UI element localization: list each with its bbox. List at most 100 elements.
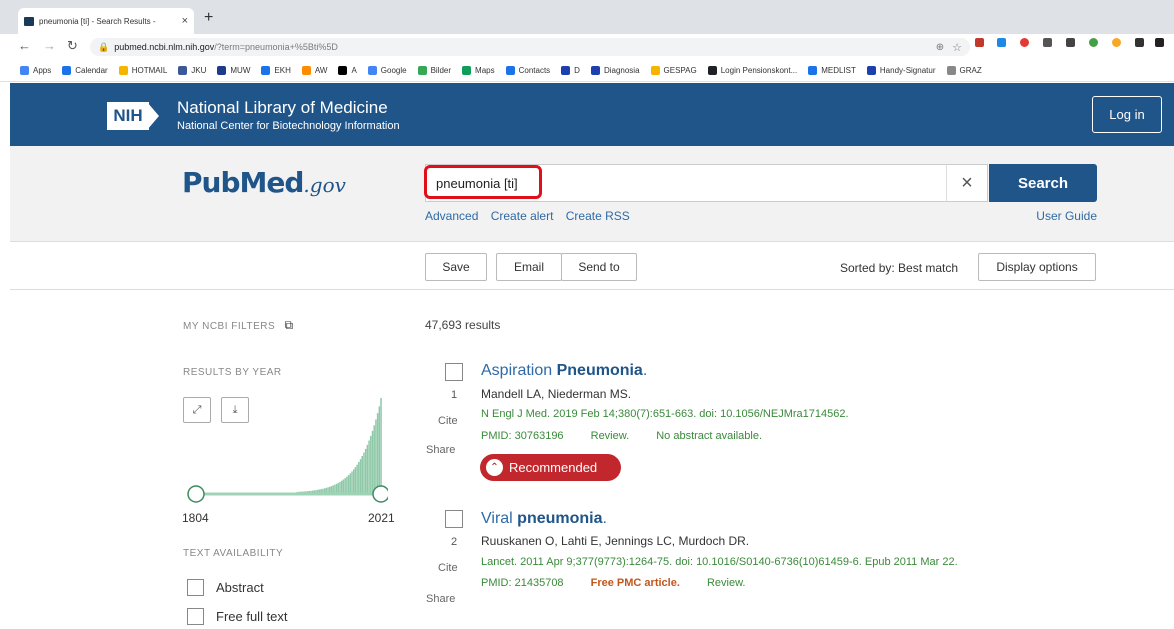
clear-search-button[interactable]: × — [946, 164, 988, 202]
create-alert-link[interactable]: Create alert — [491, 209, 554, 223]
new-tab-button[interactable]: + — [204, 9, 213, 27]
bookmark-item[interactable]: A — [338, 66, 357, 75]
bookmark-item[interactable]: Google — [367, 66, 407, 75]
histogram-bar — [375, 419, 377, 494]
bookmark-item[interactable]: JKU — [178, 66, 206, 75]
cite-button[interactable]: Cite — [438, 415, 458, 427]
advanced-link[interactable]: Advanced — [425, 209, 478, 223]
url-omnibox[interactable]: 🔒 pubmed.ncbi.nlm.nih.gov /?term=pneumon… — [90, 38, 970, 56]
histogram-bar — [337, 482, 340, 494]
reload-icon[interactable]: ↻ — [67, 38, 78, 54]
save-button[interactable]: Save — [425, 253, 487, 281]
year-start-slider-handle[interactable] — [187, 485, 205, 503]
bookmark-icon — [301, 66, 311, 75]
bookmark-item[interactable]: Apps — [20, 66, 51, 75]
tab-close-icon[interactable]: × — [182, 15, 188, 27]
external-link-icon[interactable]: ⧉ — [284, 318, 293, 332]
bookmark-label: Calendar — [75, 66, 108, 75]
extension-icon[interactable] — [1112, 38, 1121, 47]
extension-icon[interactable] — [1155, 38, 1164, 47]
histogram-bar — [340, 480, 343, 494]
send-to-button[interactable]: Send to — [561, 253, 637, 281]
recommended-badge[interactable]: ⌃ Recommended — [480, 454, 621, 481]
text-availability-label: TEXT AVAILABILITY — [183, 548, 284, 559]
search-links: Advanced Create alert Create RSS — [425, 209, 639, 223]
bookmark-item[interactable]: Bilder — [417, 66, 451, 75]
sort-label[interactable]: Sorted by: Best match — [840, 261, 958, 275]
nih-logo[interactable]: NIH — [107, 102, 162, 130]
result-checkbox[interactable] — [445, 510, 463, 528]
zoom-icon[interactable]: ⊕ — [936, 42, 944, 53]
user-guide-link[interactable]: User Guide — [1036, 209, 1097, 223]
bookmark-item[interactable]: Contacts — [505, 66, 550, 75]
result-title-link[interactable]: Viral pneumonia. — [481, 510, 607, 528]
bookmark-item[interactable]: Diagnosia — [590, 66, 640, 75]
histogram-bar — [358, 462, 360, 494]
cite-button[interactable]: Cite — [438, 562, 458, 574]
nlm-title[interactable]: National Library of Medicine — [177, 98, 388, 118]
extension-icon[interactable] — [1089, 38, 1098, 47]
free-full-text-filter-label[interactable]: Free full text — [216, 609, 288, 624]
email-button[interactable]: Email — [496, 253, 562, 281]
bookmark-item[interactable]: D — [561, 66, 580, 75]
bookmark-item[interactable]: MEDLIST — [808, 66, 856, 75]
url-path: /?term=pneumonia+%5Bti%5D — [214, 42, 338, 52]
extension-icon[interactable] — [975, 38, 984, 47]
bookmark-item[interactable]: GESPAG — [650, 66, 697, 75]
results-count: 47,693 results — [425, 318, 501, 332]
browser-tab[interactable]: pneumonia [ti] - Search Results - × — [18, 8, 194, 34]
bookmark-item[interactable]: Login Pensionskont... — [707, 66, 797, 75]
bookmarks-bar: Apps Calendar HOTMAIL JKU MUW EKH AW A Google Bil… — [0, 60, 1174, 82]
histogram-bar — [346, 476, 348, 494]
bookmark-label: GESPAG — [663, 66, 697, 75]
results-by-year-histogram[interactable] — [182, 396, 388, 508]
free-full-text-checkbox[interactable] — [187, 608, 204, 625]
share-button[interactable]: Share — [426, 444, 455, 456]
tab-title: pneumonia [ti] - Search Results - — [39, 16, 156, 26]
extension-icon[interactable] — [1020, 38, 1029, 47]
extension-icon[interactable] — [1066, 38, 1075, 47]
free-pmc-article-link[interactable]: Free PMC article. — [591, 577, 680, 589]
bookmark-item[interactable]: EKH — [261, 66, 291, 75]
bookmark-item[interactable]: HOTMAIL — [118, 66, 167, 75]
my-ncbi-filters-label[interactable]: MY NCBI FILTERS ⧉ — [183, 318, 294, 333]
bookmark-item[interactable]: GRAZ — [946, 66, 982, 75]
bookmark-item[interactable]: Calendar — [62, 66, 108, 75]
bookmark-label: D — [574, 66, 580, 75]
result-title-link[interactable]: Aspiration Pneumonia. — [481, 362, 647, 380]
search-button[interactable]: Search — [989, 164, 1097, 202]
bookmark-item[interactable]: AW — [301, 66, 327, 75]
histogram-bar — [356, 464, 358, 494]
login-button[interactable]: Log in — [1092, 96, 1162, 133]
histogram-bar — [376, 413, 379, 494]
search-section: PubMed.gov × Search Advanced Create aler… — [10, 146, 1174, 242]
bookmark-item[interactable]: Handy-Signatur — [866, 66, 936, 75]
extension-icon[interactable] — [997, 38, 1006, 47]
histogram-bar — [371, 430, 374, 494]
page: pneumonia [ti] - Search Results - × + ← … — [0, 0, 1174, 629]
pubmed-logo[interactable]: PubMed.gov — [182, 166, 346, 206]
histogram-bar — [364, 448, 367, 494]
bookmark-icon — [650, 66, 660, 75]
pubmed-favicon-icon — [24, 16, 34, 26]
back-arrow-icon[interactable]: ← — [18, 38, 31, 53]
forward-arrow-icon[interactable]: → — [43, 38, 56, 53]
display-options-button[interactable]: Display options — [978, 253, 1096, 281]
bookmark-icon — [808, 66, 818, 75]
extension-icon[interactable] — [1135, 38, 1144, 47]
bookmark-star-icon[interactable]: ☆ — [952, 41, 962, 54]
bookmark-item[interactable]: Maps — [462, 66, 495, 75]
result-checkbox[interactable] — [445, 363, 463, 381]
bookmark-label: Handy-Signatur — [879, 66, 936, 75]
histogram-bar — [380, 398, 382, 494]
result-number: 1 — [451, 389, 458, 401]
year-end-slider-handle[interactable] — [372, 485, 388, 503]
year-end-label: 2021 — [368, 511, 395, 525]
abstract-checkbox[interactable] — [187, 579, 204, 596]
share-button[interactable]: Share — [426, 593, 455, 605]
abstract-filter-label[interactable]: Abstract — [216, 580, 264, 595]
bookmark-icon — [367, 66, 377, 75]
create-rss-link[interactable]: Create RSS — [566, 209, 630, 223]
extension-icon[interactable] — [1043, 38, 1052, 47]
bookmark-item[interactable]: MUW — [217, 66, 250, 75]
